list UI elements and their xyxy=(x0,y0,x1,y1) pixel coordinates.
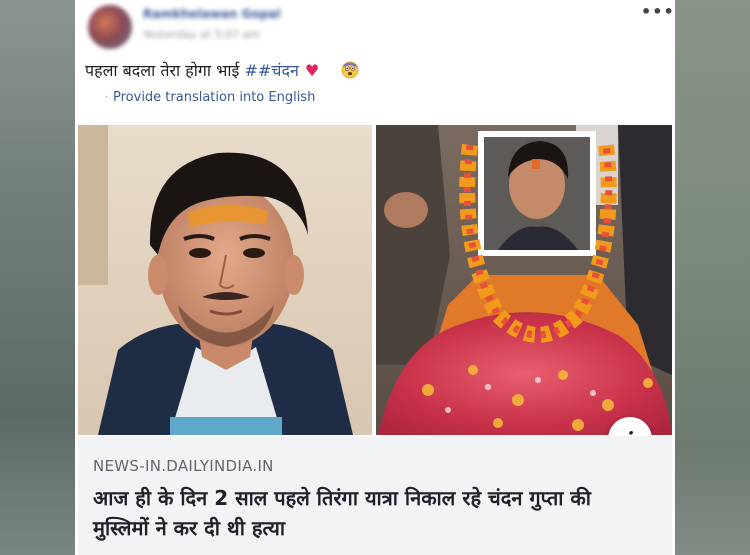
author-name[interactable]: Ramkhelawan Gopal xyxy=(143,7,281,23)
post-timestamp[interactable]: Yesterday at 5:07 am xyxy=(143,28,260,42)
hashtag-link[interactable]: ##चंदन xyxy=(244,61,298,80)
post-header: Ramkhelawan Gopal Yesterday at 5:07 am •… xyxy=(75,0,675,50)
link-preview-image[interactable] xyxy=(78,125,672,435)
heart-icon: ♥ xyxy=(304,61,320,80)
background-right xyxy=(674,0,750,555)
background-left xyxy=(0,0,78,555)
more-options-icon[interactable]: ••• xyxy=(641,3,674,21)
face-emoji-icon xyxy=(341,61,359,79)
memorial-photo-right xyxy=(376,125,672,435)
link-domain: NEWS-IN.DAILYINDIA.IN xyxy=(93,457,274,475)
translate-link[interactable]: Provide translation into English xyxy=(113,90,315,108)
author-avatar[interactable] xyxy=(88,5,132,49)
facebook-post-card: Ramkhelawan Gopal Yesterday at 5:07 am •… xyxy=(75,0,675,555)
portrait-photo-left xyxy=(78,125,372,435)
post-text-main: पहला बदला तेरा होगा भाई xyxy=(85,61,245,80)
post-text: पहला बदला तेरा होगा भाई ##चंदन ♥ xyxy=(85,59,645,83)
translate-dot: · xyxy=(105,92,109,103)
link-title[interactable]: आज ही के दिन 2 साल पहले तिरंगा यात्रा नि… xyxy=(93,483,653,543)
link-preview-box[interactable]: NEWS-IN.DAILYINDIA.IN आज ही के दिन 2 साल… xyxy=(78,436,672,555)
